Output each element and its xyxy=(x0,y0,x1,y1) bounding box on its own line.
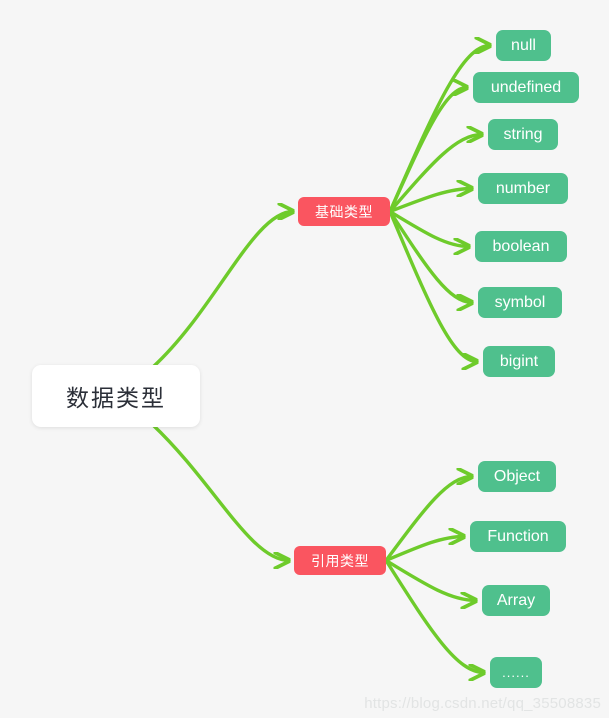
node-root-label: 数据类型 xyxy=(66,385,166,411)
node-branch-reference-label: 引用类型 xyxy=(311,552,369,569)
node-leaf-undefined[interactable]: undefined xyxy=(473,72,579,103)
node-leaf-undefined-label: undefined xyxy=(490,78,562,96)
node-leaf-ellipsis[interactable]: ...... xyxy=(490,657,542,688)
edge-reference-to-object xyxy=(384,477,472,563)
node-branch-reference[interactable]: 引用类型 xyxy=(294,546,386,575)
node-leaf-symbol-label: symbol xyxy=(494,293,546,311)
edge-primitive-to-bigint xyxy=(388,209,477,362)
node-leaf-bigint[interactable]: bigint xyxy=(483,346,555,377)
edge-primitive-to-string xyxy=(388,135,482,214)
node-leaf-bigint-label: bigint xyxy=(499,352,539,370)
node-leaf-object-label: Object xyxy=(493,467,541,485)
node-branch-primitive[interactable]: 基础类型 xyxy=(298,197,390,226)
node-root[interactable]: 数据类型 xyxy=(32,365,200,427)
node-leaf-array[interactable]: Array xyxy=(482,585,550,616)
node-leaf-number-label: number xyxy=(495,179,551,197)
node-leaf-boolean[interactable]: boolean xyxy=(475,231,567,262)
node-leaf-object[interactable]: Object xyxy=(478,461,556,492)
node-leaf-ellipsis-label: ...... xyxy=(502,665,530,680)
mind-map-canvas: 数据类型 基础类型 引用类型 null undefined string number… xyxy=(0,0,609,718)
edge-primitive-to-null xyxy=(388,46,490,214)
edge-primitive-to-undefined xyxy=(388,88,467,214)
edge-root-to-reference xyxy=(151,423,289,561)
edge-primitive-to-boolean xyxy=(388,209,469,247)
node-leaf-function-label: Function xyxy=(487,527,549,545)
node-leaf-null-label: null xyxy=(511,36,536,54)
node-leaf-number[interactable]: number xyxy=(478,173,568,204)
node-branch-primitive-label: 基础类型 xyxy=(315,203,373,220)
edge-reference-to-function xyxy=(384,537,464,563)
edge-root-to-primitive xyxy=(151,212,293,369)
node-leaf-string-label: string xyxy=(503,125,543,143)
node-leaf-null[interactable]: null xyxy=(496,30,551,61)
node-leaf-function[interactable]: Function xyxy=(470,521,566,552)
edge-primitive-to-number xyxy=(388,189,472,214)
watermark: https://blog.csdn.net/qq_35508835 xyxy=(364,695,601,712)
edge-reference-to-array xyxy=(384,558,476,601)
node-leaf-array-label: Array xyxy=(496,591,536,609)
edge-reference-to-ellipsis xyxy=(384,558,484,673)
node-leaf-string[interactable]: string xyxy=(488,119,558,150)
edge-primitive-to-symbol xyxy=(388,209,472,303)
node-leaf-symbol[interactable]: symbol xyxy=(478,287,562,318)
node-leaf-boolean-label: boolean xyxy=(492,237,550,255)
